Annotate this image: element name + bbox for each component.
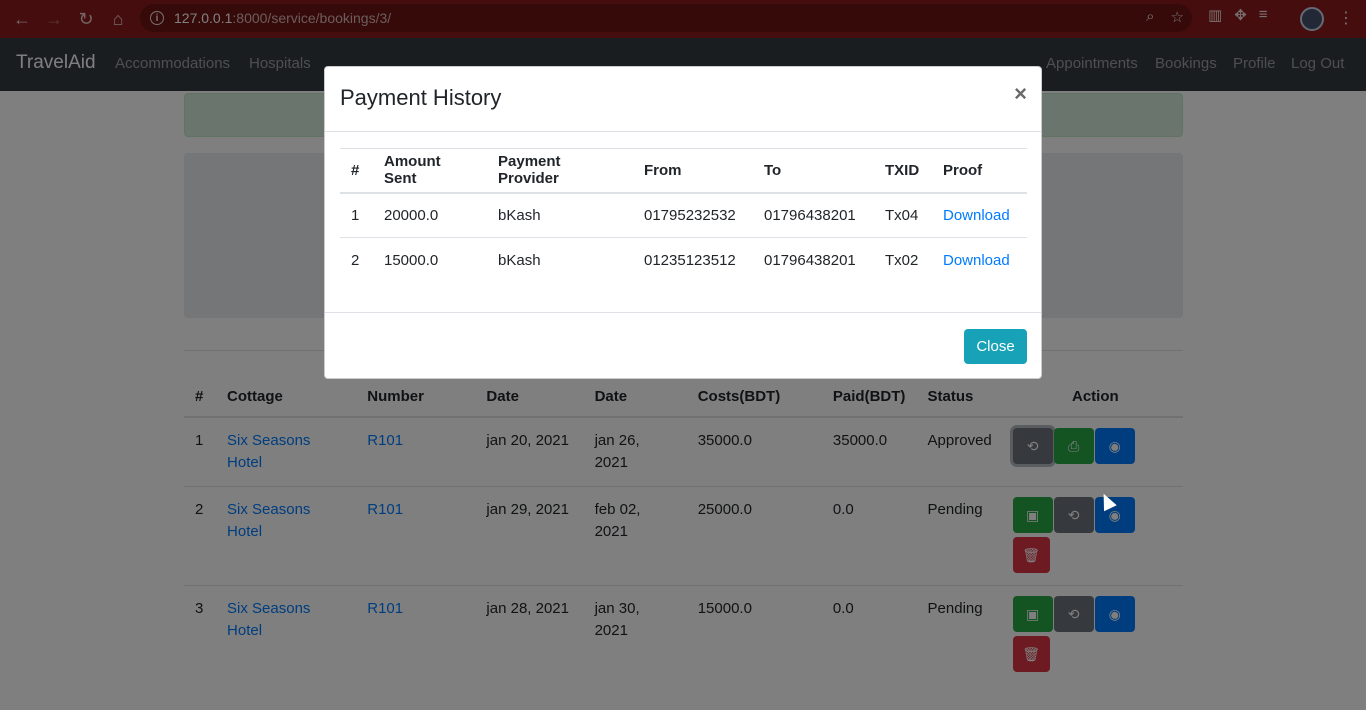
col-amount-sent: Amount Sent (373, 148, 487, 194)
amount-value: 15000.0 (373, 237, 487, 283)
payment-history-table: # Amount Sent Payment Provider From To T… (340, 148, 1027, 283)
provider-value: bKash (487, 192, 633, 238)
download-proof-link[interactable]: Download (943, 252, 1010, 269)
provider-value: bKash (487, 237, 633, 283)
modal-title: Payment History (340, 85, 502, 110)
to-number: 01796438201 (753, 192, 874, 238)
col-txid: TXID (874, 148, 932, 194)
from-number: 01235123512 (633, 237, 753, 283)
to-number: 01796438201 (753, 237, 874, 283)
table-header-row: # Amount Sent Payment Provider From To T… (340, 148, 1027, 194)
table-row: 1 20000.0 bKash 01795232532 01796438201 … (340, 192, 1027, 238)
col-index: # (340, 148, 373, 194)
txid-value: Tx04 (874, 192, 932, 238)
from-number: 01795232532 (633, 192, 753, 238)
col-proof: Proof (932, 148, 1027, 194)
col-from: From (633, 148, 753, 194)
table-row: 2 15000.0 bKash 01235123512 01796438201 … (340, 237, 1027, 283)
col-payment-provider: Payment Provider (487, 148, 633, 194)
download-proof-link[interactable]: Download (943, 207, 1010, 224)
modal-header: Payment History × (325, 67, 1041, 132)
row-index: 1 (340, 192, 373, 238)
close-button[interactable]: Close (964, 329, 1027, 364)
close-icon[interactable]: × (1014, 81, 1027, 107)
modal-footer: Close (325, 312, 1041, 379)
payment-history-modal: Payment History × # Amount Sent Payment … (324, 66, 1042, 379)
amount-value: 20000.0 (373, 192, 487, 238)
txid-value: Tx02 (874, 237, 932, 283)
row-index: 2 (340, 237, 373, 283)
col-to: To (753, 148, 874, 194)
